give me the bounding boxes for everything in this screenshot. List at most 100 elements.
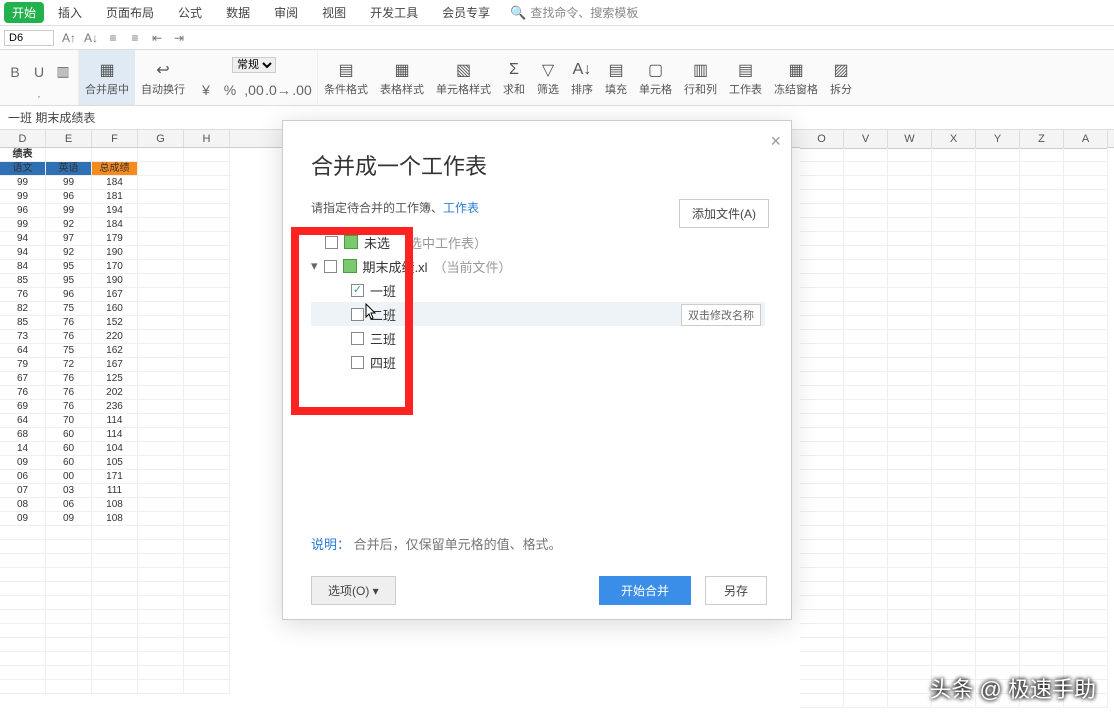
empty-cell[interactable] [1020,274,1064,288]
empty-cell[interactable] [1064,204,1108,218]
empty-cell[interactable] [844,204,888,218]
empty-cell[interactable] [800,232,844,246]
empty-cell[interactable] [800,638,844,652]
empty-cell[interactable] [976,624,1020,638]
empty-cell[interactable] [932,540,976,554]
col-header[interactable]: G [138,130,184,147]
empty-cell[interactable] [1020,582,1064,596]
empty-cell[interactable] [888,232,932,246]
empty-cell[interactable] [800,176,844,190]
empty-cell[interactable] [800,400,844,414]
empty-cell[interactable] [844,288,888,302]
empty-cell[interactable] [800,624,844,638]
empty-cell[interactable] [844,414,888,428]
empty-cell[interactable] [976,484,1020,498]
empty-cell[interactable] [800,680,844,694]
empty-cell[interactable] [976,162,1020,176]
empty-cell[interactable] [844,162,888,176]
empty-cell[interactable] [800,470,844,484]
empty-cell[interactable] [844,372,888,386]
empty-cell[interactable] [888,414,932,428]
empty-cell[interactable] [1064,512,1108,526]
checkbox-checked[interactable] [351,284,364,297]
empty-cell[interactable] [800,274,844,288]
empty-cell[interactable] [844,526,888,540]
empty-cell[interactable] [888,582,932,596]
empty-cell[interactable] [1064,190,1108,204]
empty-cell[interactable] [976,414,1020,428]
empty-cell[interactable] [1064,596,1108,610]
empty-cell[interactable] [800,498,844,512]
empty-cell[interactable] [1020,414,1064,428]
wrap-text-icon[interactable]: ↩ [152,59,174,81]
sheet-item[interactable]: 一班 [311,278,791,302]
empty-cell[interactable] [888,470,932,484]
empty-cell[interactable] [932,470,976,484]
empty-cell[interactable] [888,400,932,414]
empty-cell[interactable] [888,148,932,162]
empty-cell[interactable] [844,176,888,190]
empty-cell[interactable] [800,456,844,470]
empty-cell[interactable] [1020,330,1064,344]
empty-cell[interactable] [888,246,932,260]
empty-cell[interactable] [800,372,844,386]
empty-cell[interactable] [800,330,844,344]
empty-cell[interactable] [1020,288,1064,302]
empty-cell[interactable] [1064,162,1108,176]
empty-cell[interactable] [932,260,976,274]
empty-cell[interactable] [844,190,888,204]
empty-cell[interactable] [800,442,844,456]
empty-cell[interactable] [1064,260,1108,274]
empty-cell[interactable] [844,498,888,512]
empty-cell[interactable] [1064,400,1108,414]
empty-cell[interactable] [1020,316,1064,330]
empty-cell[interactable] [1064,470,1108,484]
empty-cell[interactable] [1064,358,1108,372]
empty-cell[interactable] [932,386,976,400]
col-header[interactable]: F [92,130,138,147]
indent-increase-icon[interactable]: ⇥ [170,29,188,47]
empty-cell[interactable] [1064,610,1108,624]
col-header[interactable]: E [46,130,92,147]
empty-cell[interactable] [976,316,1020,330]
empty-cell[interactable] [976,148,1020,162]
empty-cell[interactable] [932,302,976,316]
empty-cell[interactable] [844,442,888,456]
empty-cell[interactable] [888,680,932,694]
empty-cell[interactable] [844,652,888,666]
empty-cell[interactable] [888,512,932,526]
empty-cell[interactable] [1064,274,1108,288]
col-header[interactable]: W [888,130,932,149]
empty-cell[interactable] [1064,498,1108,512]
col-header[interactable]: O [800,130,844,149]
empty-cell[interactable] [976,442,1020,456]
empty-cell[interactable] [1064,554,1108,568]
empty-cell[interactable] [844,610,888,624]
empty-cell[interactable] [844,260,888,274]
empty-cell[interactable] [844,274,888,288]
empty-cell[interactable] [800,568,844,582]
align-center-icon[interactable]: ≡ [126,29,144,47]
empty-cell[interactable] [976,512,1020,526]
empty-cell[interactable] [844,330,888,344]
empty-cell[interactable] [932,512,976,526]
chevron-down-icon[interactable]: ▾ [311,258,318,274]
empty-cell[interactable] [1064,330,1108,344]
empty-cell[interactable] [844,638,888,652]
empty-cell[interactable] [932,456,976,470]
empty-cell[interactable] [976,638,1020,652]
sheet-item[interactable]: 四班 [311,350,791,374]
menu-tab[interactable]: 视图 [312,2,356,23]
empty-cell[interactable] [844,568,888,582]
percent-icon[interactable]: % [221,81,239,99]
cond-format-icon[interactable]: ▤ [335,59,357,81]
empty-cell[interactable] [888,554,932,568]
font-increase-icon[interactable]: A↑ [60,29,78,47]
empty-cell[interactable] [932,498,976,512]
empty-cell[interactable] [800,386,844,400]
worksheet-icon[interactable]: ▤ [735,59,757,81]
empty-cell[interactable] [844,666,888,680]
empty-cell[interactable] [976,344,1020,358]
menu-tab[interactable]: 公式 [168,2,212,23]
empty-cell[interactable] [1064,456,1108,470]
